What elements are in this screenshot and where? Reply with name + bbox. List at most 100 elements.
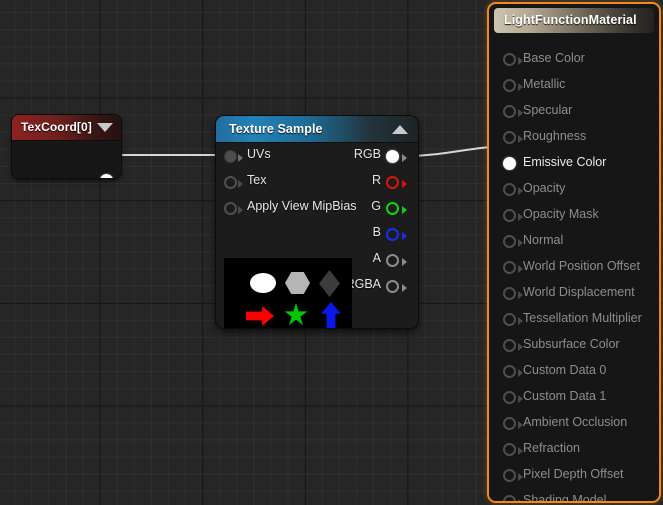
material-label-refraction: Refraction	[523, 441, 580, 455]
material-input-custom-data-1[interactable]: Custom Data 1	[489, 385, 659, 411]
input-label-uvs: UVs	[247, 147, 271, 161]
output-pin-rgb[interactable]	[386, 150, 399, 163]
ellipse-shape-icon	[250, 273, 276, 293]
output-pin-b[interactable]	[386, 228, 399, 241]
material-pin-opacity-mask[interactable]	[503, 209, 516, 222]
material-input-opacity[interactable]: Opacity	[489, 177, 659, 203]
material-input-custom-data-0[interactable]: Custom Data 0	[489, 359, 659, 385]
input-label-tex: Tex	[247, 173, 267, 187]
material-input-emissive-color[interactable]: Emissive Color	[489, 151, 659, 177]
material-pin-pixel-depth-offset[interactable]	[503, 469, 516, 482]
node-texture-sample[interactable]: Texture Sample UVs Tex Apply View MipBia…	[216, 116, 418, 328]
material-label-pixel-depth-offset: Pixel Depth Offset	[523, 467, 624, 481]
right-arrow-shape-icon	[246, 306, 274, 326]
input-label-apply-view-mipbias: Apply View MipBias	[247, 199, 357, 213]
diamond-shape-icon	[319, 270, 340, 297]
node-texcoord-header[interactable]: TexCoord[0]	[12, 115, 121, 141]
output-pin-g[interactable]	[386, 202, 399, 215]
material-pin-specular[interactable]	[503, 105, 516, 118]
material-input-shading-model[interactable]: Shading Model	[489, 489, 659, 503]
node-material-result[interactable]: LightFunctionMaterial Base Color Metalli…	[487, 2, 661, 503]
material-label-world-position-offset: World Position Offset	[523, 259, 640, 273]
material-label-ambient-occlusion: Ambient Occlusion	[523, 415, 628, 429]
input-pin-tex[interactable]	[224, 176, 237, 189]
material-pin-custom-data-0[interactable]	[503, 365, 516, 378]
material-label-normal: Normal	[523, 233, 564, 247]
material-label-custom-data-0: Custom Data 0	[523, 363, 607, 377]
texcoord-output-pin[interactable]	[100, 174, 113, 178]
material-pin-ambient-occlusion[interactable]	[503, 417, 516, 430]
output-pin-rgba[interactable]	[386, 280, 399, 293]
node-material-result-title: LightFunctionMaterial	[504, 13, 637, 27]
node-texcoord-body	[12, 141, 121, 178]
material-pin-shading-model[interactable]	[503, 495, 516, 501]
material-input-subsurface-color[interactable]: Subsurface Color	[489, 333, 659, 359]
material-pin-world-position-offset[interactable]	[503, 261, 516, 274]
material-label-emissive-color: Emissive Color	[523, 155, 607, 169]
material-pin-world-displacement[interactable]	[503, 287, 516, 300]
material-input-normal[interactable]: Normal	[489, 229, 659, 255]
output-label-g: G	[371, 199, 381, 213]
material-input-world-displacement[interactable]: World Displacement	[489, 281, 659, 307]
star-shape-icon	[284, 303, 308, 325]
node-texcoord-title: TexCoord[0]	[21, 120, 92, 134]
material-pin-normal[interactable]	[503, 235, 516, 248]
material-input-tessellation-multiplier[interactable]: Tessellation Multiplier	[489, 307, 659, 333]
input-pin-apply-view-mipbias[interactable]	[224, 202, 237, 215]
material-label-opacity: Opacity	[523, 181, 566, 195]
up-arrow-shape-icon	[321, 302, 341, 328]
material-label-base-color: Base Color	[523, 51, 585, 65]
material-pin-emissive-color[interactable]	[503, 157, 516, 170]
node-texcoord[interactable]: TexCoord[0]	[12, 115, 121, 178]
node-material-result-body: Base Color Metallic Specular Roughness E…	[489, 37, 659, 501]
chevron-down-icon[interactable]	[97, 123, 113, 132]
material-input-specular[interactable]: Specular	[489, 99, 659, 125]
material-pin-refraction[interactable]	[503, 443, 516, 456]
material-input-ambient-occlusion[interactable]: Ambient Occlusion	[489, 411, 659, 437]
node-material-result-header[interactable]: LightFunctionMaterial	[494, 8, 654, 33]
material-label-specular: Specular	[523, 103, 573, 117]
material-label-shading-model: Shading Model	[523, 493, 607, 503]
chevron-up-icon[interactable]	[392, 125, 408, 134]
material-input-opacity-mask[interactable]: Opacity Mask	[489, 203, 659, 229]
node-texture-sample-title: Texture Sample	[229, 122, 323, 136]
material-pin-metallic[interactable]	[503, 79, 516, 92]
output-pin-r-arrow-icon	[402, 180, 407, 188]
material-label-custom-data-1: Custom Data 1	[523, 389, 607, 403]
input-pin-uvs[interactable]	[224, 150, 237, 163]
material-pin-custom-data-1[interactable]	[503, 391, 516, 404]
output-label-r: R	[371, 173, 381, 187]
node-texture-sample-header[interactable]: Texture Sample	[216, 116, 418, 143]
material-pin-base-color[interactable]	[503, 53, 516, 66]
output-pin-rgb-arrow-icon	[402, 154, 407, 162]
material-label-roughness: Roughness	[523, 129, 587, 143]
material-input-base-color[interactable]: Base Color	[489, 47, 659, 73]
output-pin-r[interactable]	[386, 176, 399, 189]
output-pin-g-arrow-icon	[402, 206, 407, 214]
output-pin-rgba-arrow-icon	[402, 284, 407, 292]
material-input-refraction[interactable]: Refraction	[489, 437, 659, 463]
material-label-metallic: Metallic	[523, 77, 566, 91]
input-pin-uvs-arrow-icon	[238, 154, 243, 162]
material-input-roughness[interactable]: Roughness	[489, 125, 659, 151]
material-pin-tessellation-multiplier[interactable]	[503, 313, 516, 326]
output-label-rgb: RGB	[353, 147, 381, 161]
material-label-opacity-mask: Opacity Mask	[523, 207, 599, 221]
material-pin-roughness[interactable]	[503, 131, 516, 144]
material-graph-canvas[interactable]: TexCoord[0] Texture Sample UVs Tex Apply…	[0, 0, 663, 505]
material-label-subsurface-color: Subsurface Color	[523, 337, 620, 351]
output-pin-a[interactable]	[386, 254, 399, 267]
material-input-metallic[interactable]: Metallic	[489, 73, 659, 99]
material-label-world-displacement: World Displacement	[523, 285, 635, 299]
output-pin-b-arrow-icon	[402, 232, 407, 240]
output-label-b: B	[372, 225, 381, 239]
material-input-pixel-depth-offset[interactable]: Pixel Depth Offset	[489, 463, 659, 489]
material-pin-subsurface-color[interactable]	[503, 339, 516, 352]
output-pin-a-arrow-icon	[402, 258, 407, 266]
hexagon-shape-icon	[285, 272, 310, 294]
material-pin-opacity[interactable]	[503, 183, 516, 196]
material-input-world-position-offset[interactable]: World Position Offset	[489, 255, 659, 281]
node-texture-sample-body: UVs Tex Apply View MipBias RGB R G B A R…	[216, 143, 418, 328]
input-pin-tex-arrow-icon	[238, 180, 243, 188]
texture-thumbnail-preview[interactable]	[224, 258, 352, 328]
